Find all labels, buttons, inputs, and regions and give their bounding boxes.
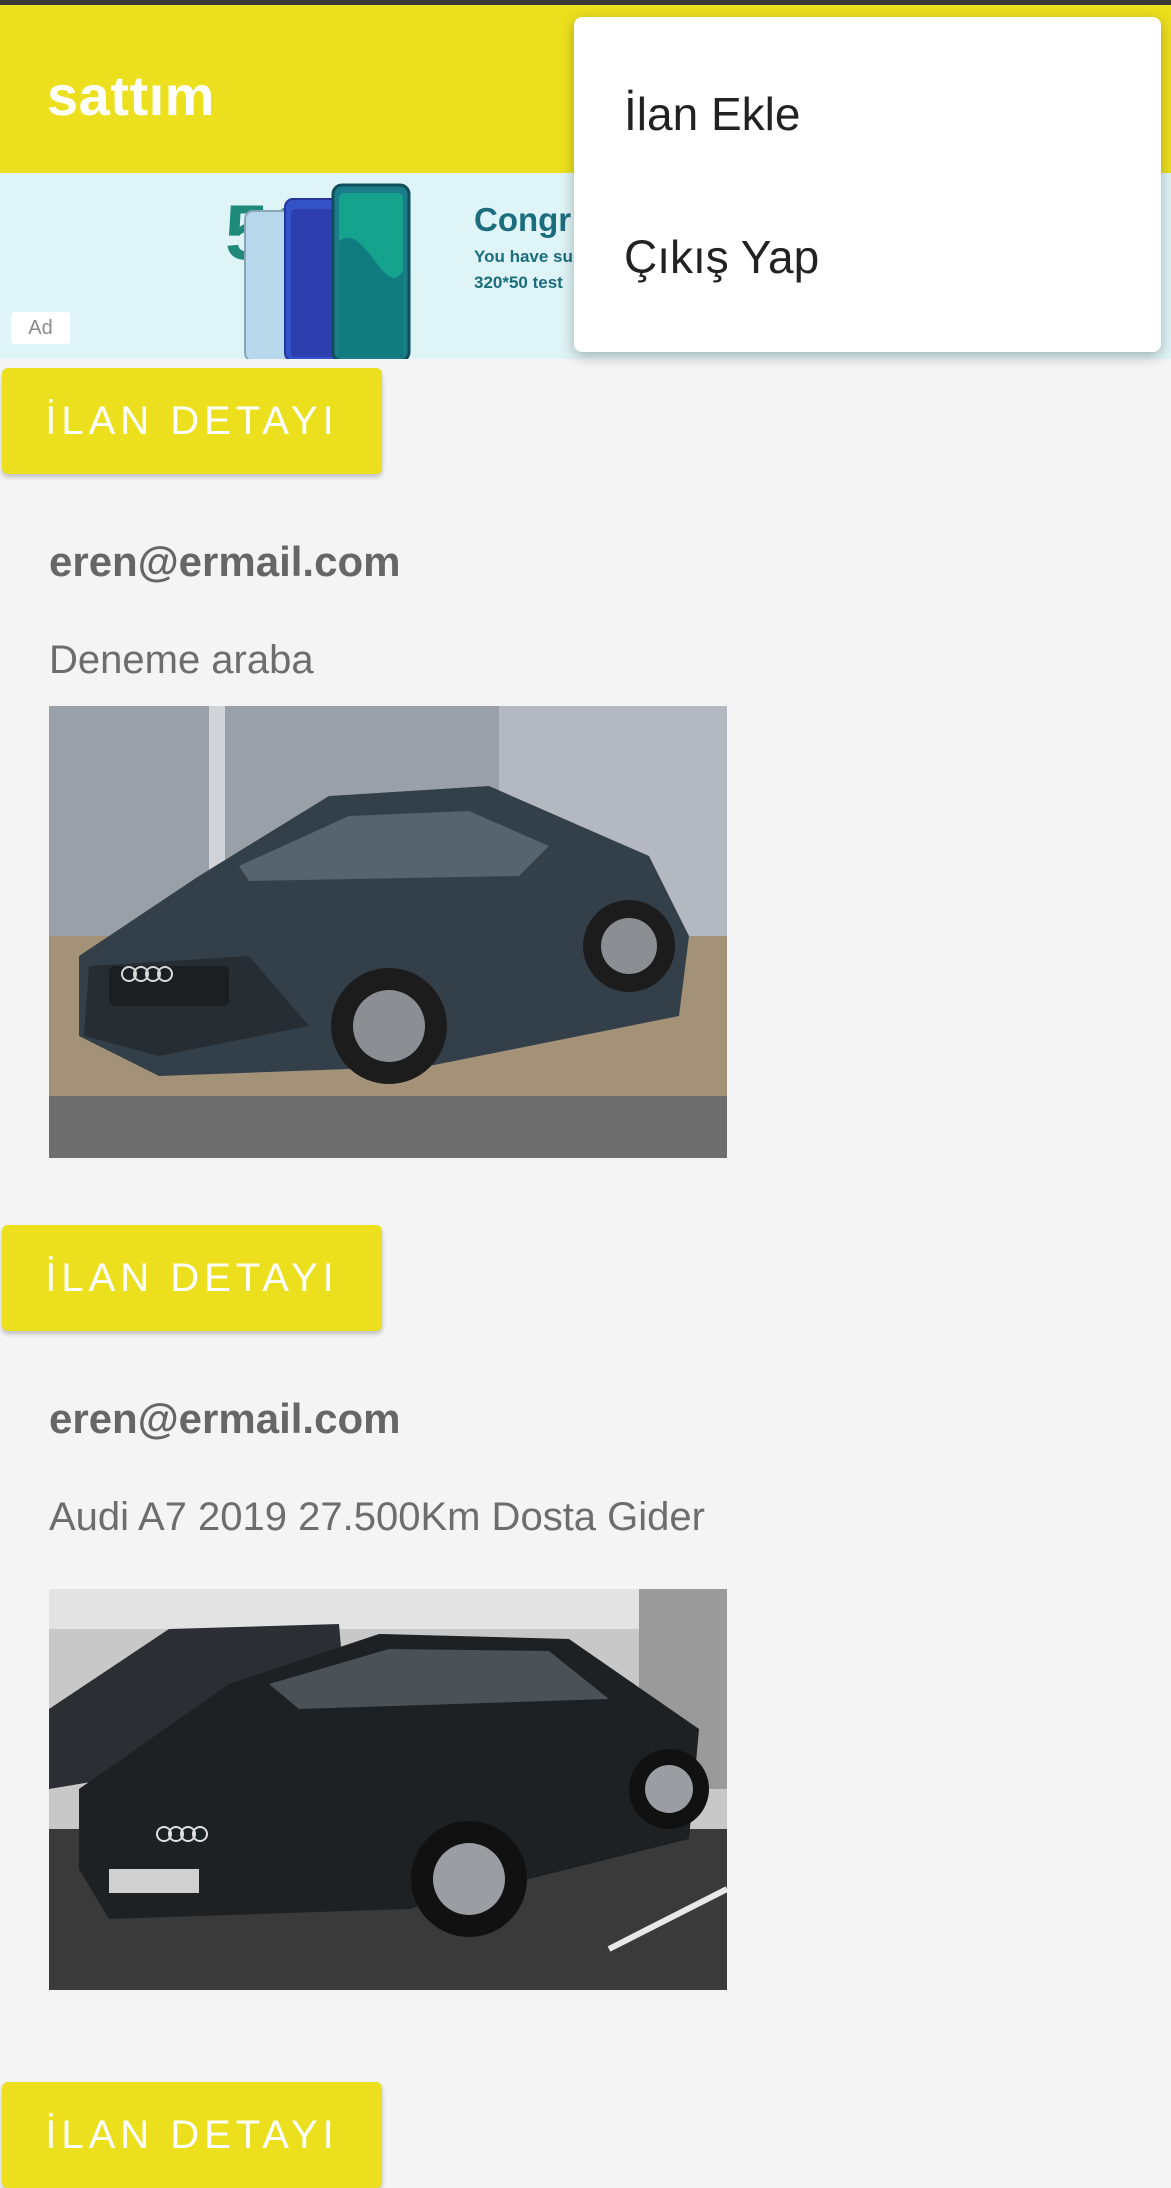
car-photo-icon xyxy=(49,1589,727,1990)
menu-item-add-listing[interactable]: İlan Ekle xyxy=(624,87,800,141)
ad-line-1: You have su xyxy=(474,247,573,266)
listing-description: Audi A7 2019 27.500Km Dosta Gider xyxy=(49,1495,705,1539)
listing-detail-button[interactable]: İLAN DETAYI xyxy=(2,2082,382,2188)
listing-car-image[interactable] xyxy=(49,706,727,1158)
app-title: sattım xyxy=(47,64,215,127)
listing-car-image[interactable] xyxy=(49,1589,727,1990)
ad-badge: Ad xyxy=(11,312,70,344)
ad-phones-image: 5G xyxy=(225,183,411,359)
listing-detail-button[interactable]: İLAN DETAYI xyxy=(2,368,382,474)
ad-line-2: 320*50 test xyxy=(474,273,563,292)
menu-item-logout[interactable]: Çıkış Yap xyxy=(624,230,819,284)
ad-headline: Congr xyxy=(474,201,572,238)
overflow-menu: İlan Ekle Çıkış Yap xyxy=(574,17,1161,352)
listing-email: eren@ermail.com xyxy=(49,1395,401,1442)
car-photo-icon xyxy=(49,706,727,1158)
listing-email: eren@ermail.com xyxy=(49,538,401,585)
listing-description: Deneme araba xyxy=(49,638,314,682)
listing-detail-button[interactable]: İLAN DETAYI xyxy=(2,1225,382,1331)
